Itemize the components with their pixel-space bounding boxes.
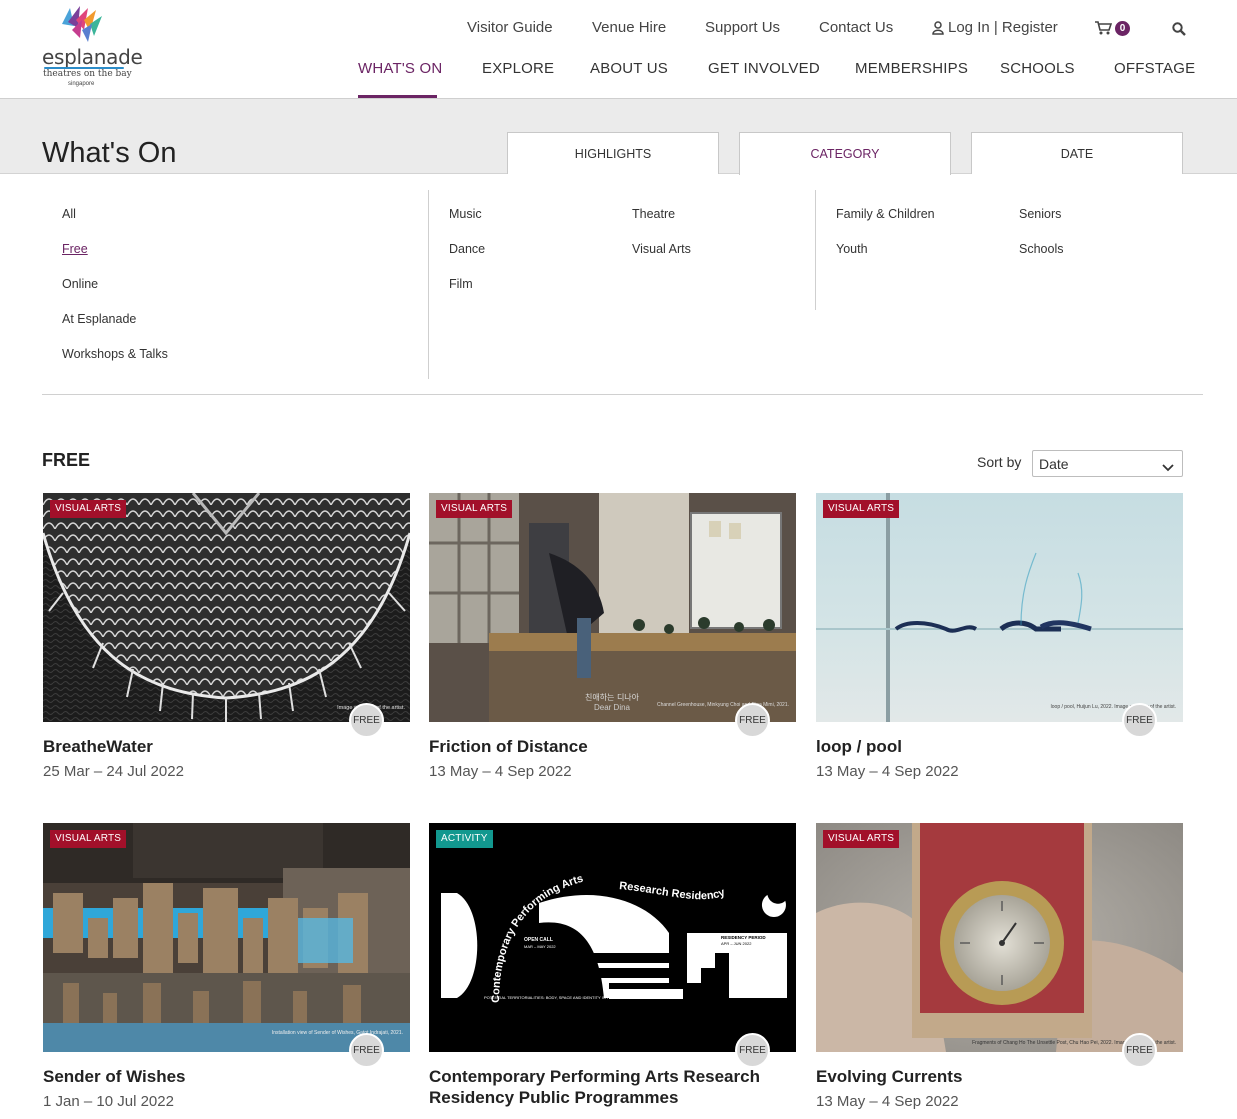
- event-image[interactable]: loop / pool, Huijun Lu, 2022. Image cour…: [816, 493, 1183, 722]
- category-film[interactable]: Film: [449, 277, 473, 291]
- category-tag: Visual Arts: [436, 500, 513, 518]
- event-title[interactable]: BreatheWater: [43, 736, 403, 757]
- poster-open-call: OPEN CALL: [524, 937, 553, 943]
- util-link-contact-us[interactable]: Contact Us: [819, 19, 893, 36]
- category-theatre[interactable]: Theatre: [632, 207, 675, 221]
- util-link-visitor-guide[interactable]: Visitor Guide: [467, 19, 553, 36]
- free-badge: FREE: [349, 703, 384, 738]
- nav-memberships[interactable]: Memberships: [855, 60, 968, 77]
- category-panel: All Free Online At Esplanade Workshops &…: [0, 174, 1237, 394]
- category-all[interactable]: All: [62, 207, 76, 221]
- poster-open-dates: MAR – MAY 2022: [524, 944, 556, 949]
- category-tag: Activity: [436, 830, 493, 848]
- cart-count-badge: 0: [1115, 21, 1130, 36]
- event-image[interactable]: Image courtesy of the artist.: [43, 493, 410, 722]
- free-badge: FREE: [349, 1033, 384, 1068]
- category-visual-arts[interactable]: Visual Arts: [632, 242, 691, 256]
- category-tag: Visual Arts: [50, 830, 127, 848]
- event-image[interactable]: Fragments of Chang Ho The Unsettle Post,…: [816, 823, 1183, 1052]
- image-caption: Channel Greenhouse, Minkyung Choi and Di…: [657, 702, 789, 708]
- cart-icon[interactable]: [1094, 20, 1113, 41]
- category-schools[interactable]: Schools: [1019, 242, 1063, 256]
- tab-highlights[interactable]: Highlights: [507, 132, 719, 174]
- category-free[interactable]: Free: [62, 242, 88, 256]
- nav-get-involved[interactable]: Get Involved: [708, 60, 820, 77]
- free-badge: FREE: [1122, 703, 1157, 738]
- nav-schools[interactable]: Schools: [1000, 60, 1075, 77]
- category-music[interactable]: Music: [449, 207, 482, 221]
- event-image[interactable]: 친애하는 디나아 Dear Dina Channel Greenhouse, M…: [429, 493, 796, 722]
- image-caption: Installation view of Sender of Wishes, G…: [272, 1030, 403, 1036]
- sort-select[interactable]: Date: [1032, 450, 1183, 477]
- poster-residency-dates: APR – JUN 2022: [721, 941, 752, 946]
- event-title[interactable]: Evolving Currents: [816, 1066, 1176, 1087]
- event-title[interactable]: Contemporary Performing Arts Research Re…: [429, 1066, 789, 1108]
- image-text: Dear Dina: [594, 703, 631, 712]
- category-workshops-talks[interactable]: Workshops & Talks: [62, 347, 168, 361]
- site-header: esplanade theatres on the bay singapore …: [0, 0, 1237, 99]
- search-icon[interactable]: [1172, 22, 1186, 41]
- util-link-venue-hire[interactable]: Venue Hire: [592, 19, 666, 36]
- poster-footer: POTENTIAL TERRITORIALITIES: BODY, SPACE …: [484, 995, 641, 1000]
- event-title[interactable]: Sender of Wishes: [43, 1066, 403, 1087]
- category-at-esplanade[interactable]: At Esplanade: [62, 312, 136, 326]
- free-badge: FREE: [735, 1033, 770, 1068]
- category-dance[interactable]: Dance: [449, 242, 485, 256]
- nav-explore[interactable]: Explore: [482, 60, 554, 77]
- event-title[interactable]: loop / pool: [816, 736, 1176, 757]
- category-tag: Visual Arts: [823, 500, 900, 518]
- image-caption: loop / pool, Huijun Lu, 2022. Image cour…: [1051, 704, 1176, 710]
- chevron-down-icon: [1162, 459, 1174, 475]
- page-title: What's On: [42, 137, 177, 169]
- event-date: 1 Jan – 10 Jul 2022: [43, 1093, 174, 1110]
- main-nav: What's On Explore About Us Get Involved …: [0, 60, 1237, 98]
- category-tag: Visual Arts: [823, 830, 900, 848]
- free-badge: FREE: [1122, 1033, 1157, 1068]
- free-badge: FREE: [735, 703, 770, 738]
- event-image[interactable]: Installation view of Sender of Wishes, G…: [43, 823, 410, 1052]
- poster-residency-period: RESIDENCY PERIOD: [721, 935, 766, 940]
- event-date: 13 May – 4 Sep 2022: [816, 763, 959, 780]
- nav-whats-on[interactable]: What's On: [358, 60, 442, 77]
- image-text: 친애하는 디나아: [585, 692, 640, 702]
- tab-date[interactable]: Date: [971, 132, 1183, 174]
- event-date: 13 May – 4 Sep 2022: [816, 1093, 959, 1110]
- user-icon[interactable]: [932, 21, 944, 40]
- event-date: 25 Mar – 24 Jul 2022: [43, 763, 184, 780]
- event-date: 13 May – 4 Sep 2022: [429, 763, 572, 780]
- category-family-children[interactable]: Family & Children: [836, 207, 935, 221]
- nav-active-indicator: [358, 95, 437, 98]
- nav-about-us[interactable]: About Us: [590, 60, 668, 77]
- sort-label: Sort by: [977, 454, 1022, 470]
- util-link-support-us[interactable]: Support Us: [705, 19, 780, 36]
- category-divider: [428, 190, 429, 379]
- section-divider: [42, 394, 1203, 395]
- event-image[interactable]: Contemporary Performing Arts Research Re…: [429, 823, 796, 1052]
- tab-category[interactable]: Category: [739, 132, 951, 175]
- sort-selected-value: Date: [1039, 456, 1069, 472]
- category-online[interactable]: Online: [62, 277, 98, 291]
- nav-offstage[interactable]: Offstage: [1114, 60, 1195, 77]
- category-youth[interactable]: Youth: [836, 242, 868, 256]
- utility-nav: Visitor Guide Venue Hire Support Us Cont…: [0, 19, 1237, 39]
- category-seniors[interactable]: Seniors: [1019, 207, 1061, 221]
- event-title[interactable]: Friction of Distance: [429, 736, 789, 757]
- category-tag: Visual Arts: [50, 500, 127, 518]
- results-heading: Free: [42, 450, 91, 470]
- category-divider: [815, 190, 816, 310]
- login-register-link[interactable]: Log In | Register: [948, 19, 1058, 36]
